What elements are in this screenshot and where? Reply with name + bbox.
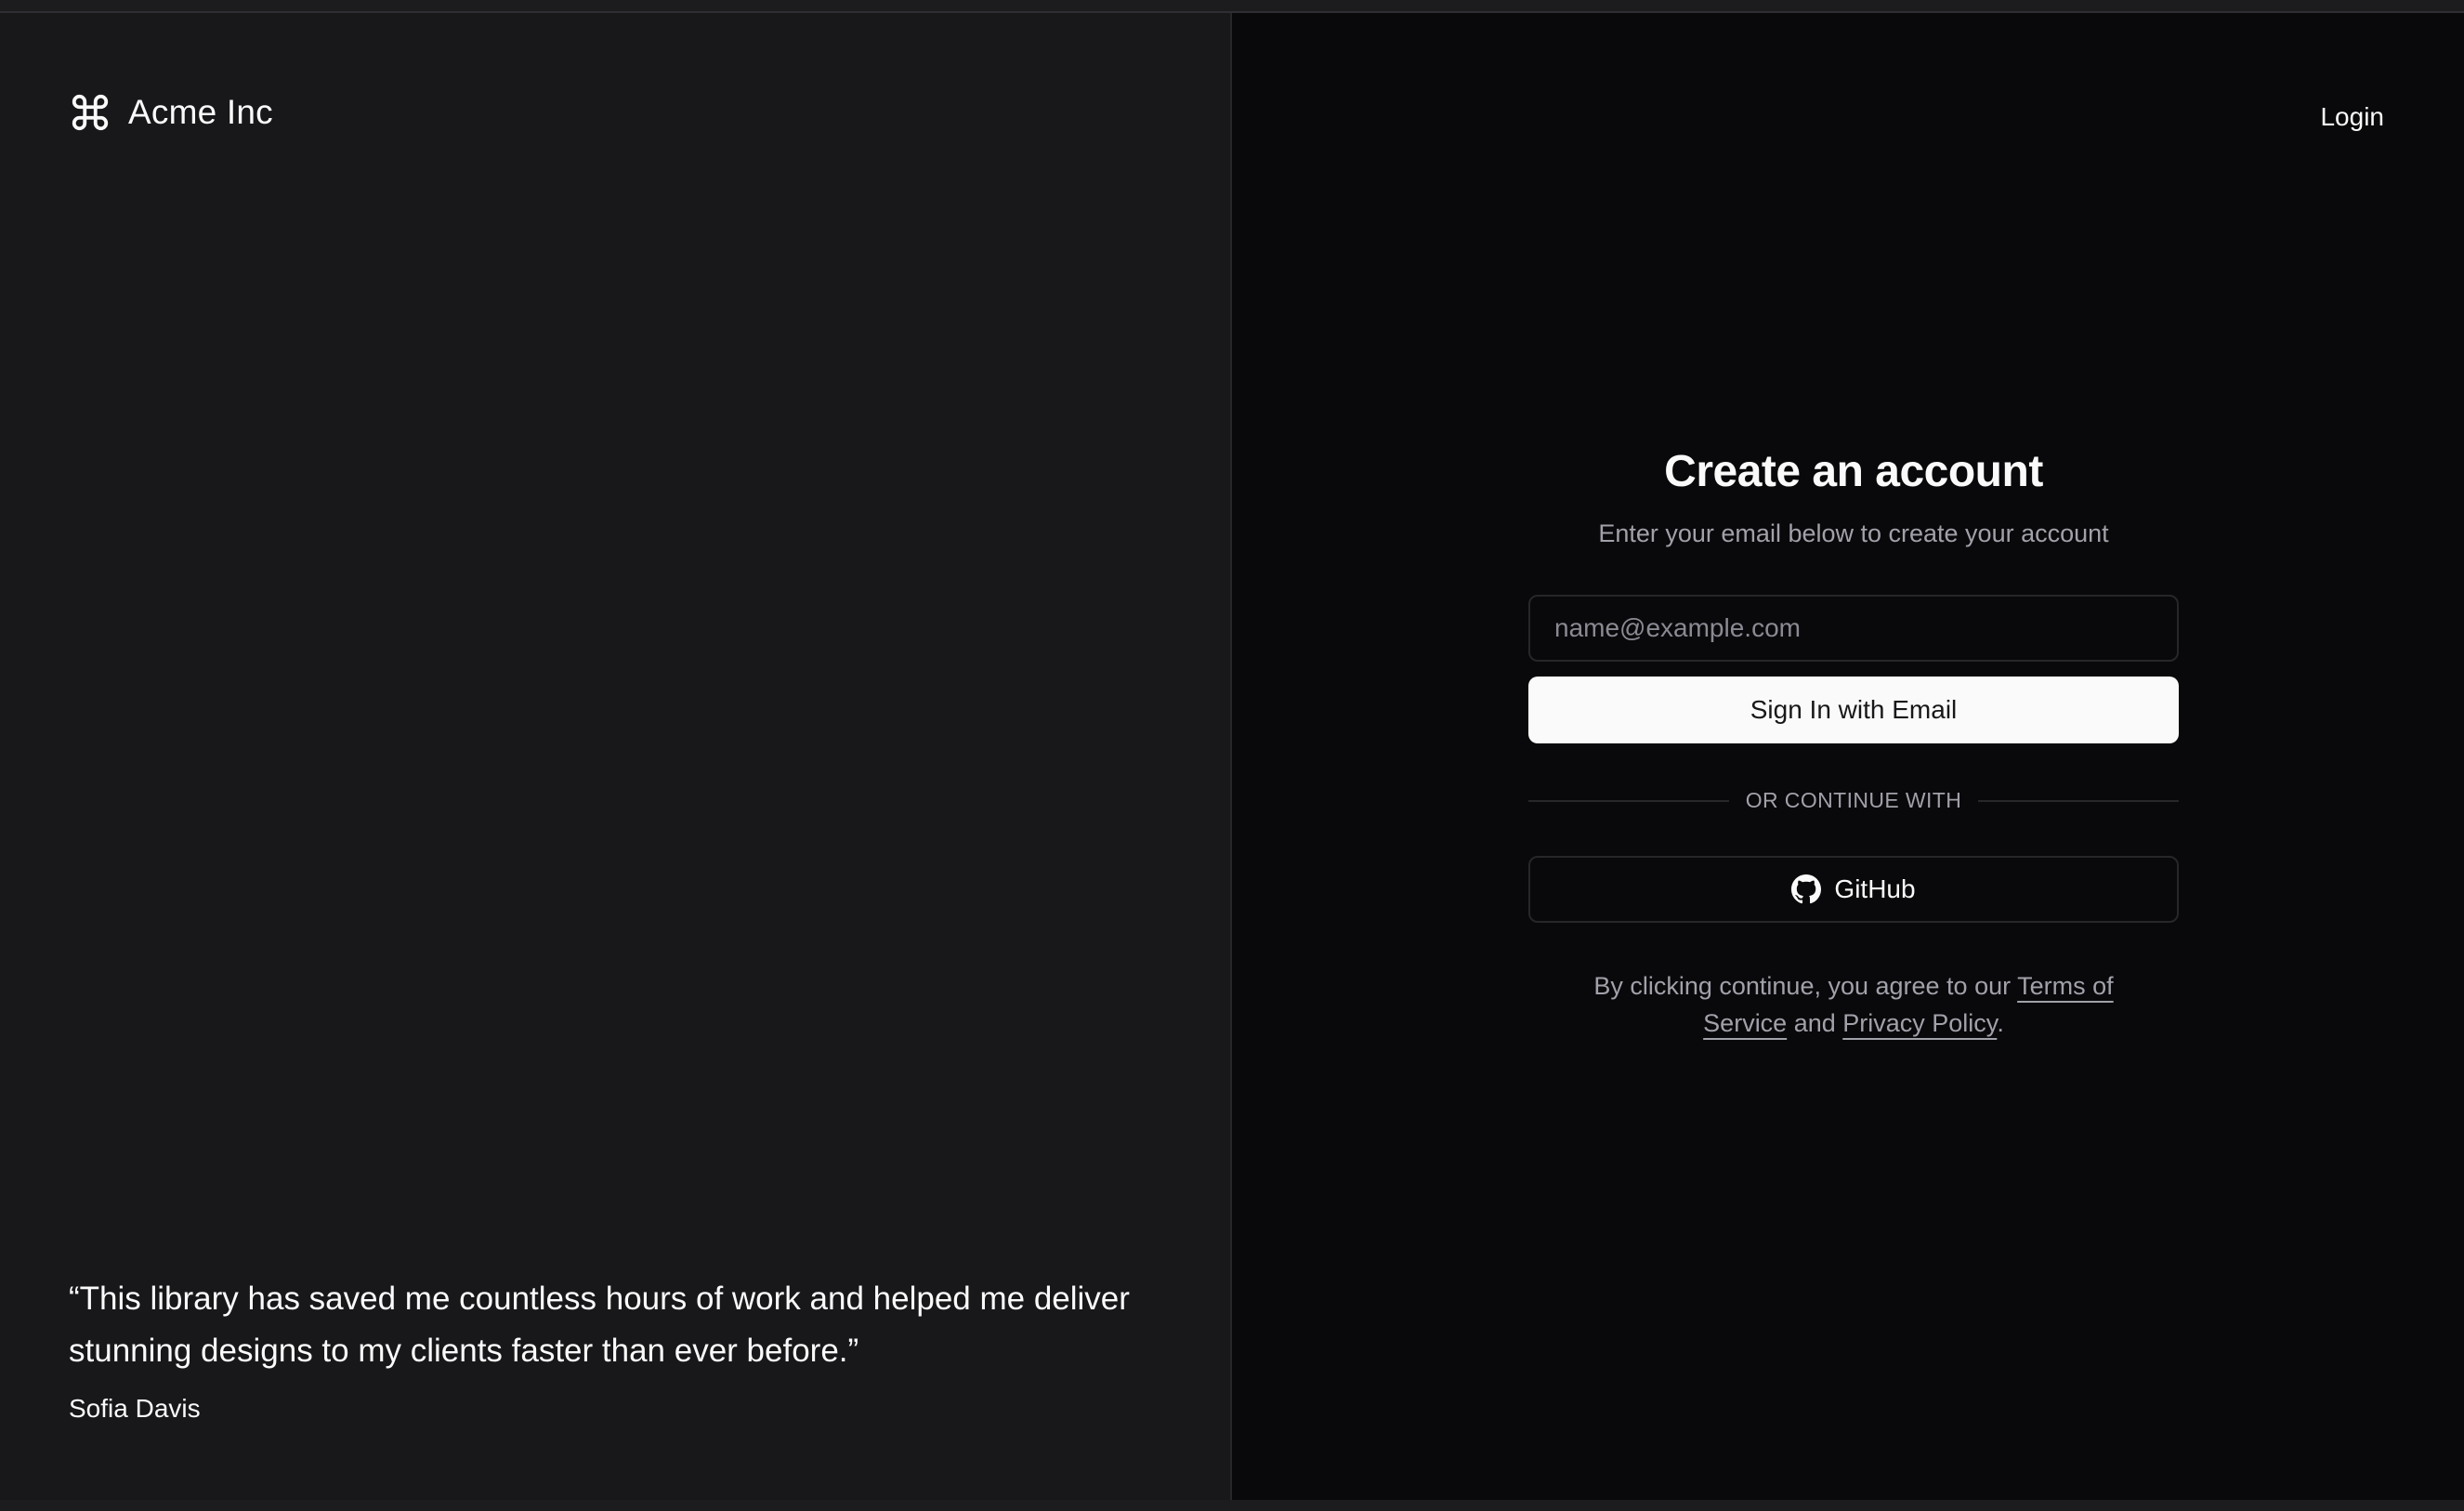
- divider-line-right: [1978, 799, 2179, 802]
- sign-in-with-email-button[interactable]: Sign In with Email: [1528, 677, 2179, 743]
- window-top-bar: [0, 0, 2464, 13]
- legal-prefix: By clicking continue, you agree to our: [1593, 972, 2018, 1000]
- divider-label: OR CONTINUE WITH: [1745, 788, 1962, 812]
- divider: OR CONTINUE WITH: [1528, 788, 2179, 813]
- github-button-label: GitHub: [1834, 874, 1916, 903]
- testimonial-panel: Acme Inc “This library has saved me coun…: [0, 13, 1232, 1500]
- app-window: Acme Inc “This library has saved me coun…: [0, 0, 2464, 1511]
- brand-name: Acme Inc: [128, 93, 273, 131]
- github-icon: [1791, 874, 1822, 904]
- legal-notice: By clicking continue, you agree to our T…: [1575, 967, 2132, 1042]
- command-icon: [72, 94, 109, 131]
- privacy-policy-link[interactable]: Privacy Policy: [1842, 1009, 1997, 1037]
- divider-line-left: [1528, 799, 1729, 802]
- github-button[interactable]: GitHub: [1528, 856, 2179, 923]
- legal-suffix: .: [1997, 1009, 2004, 1037]
- signup-form: Create an account Enter your email below…: [1528, 446, 2179, 1042]
- testimonial-quote: “This library has saved me countless hou…: [69, 1281, 1130, 1369]
- testimonial-author: Sofia Davis: [69, 1394, 201, 1423]
- email-input[interactable]: [1528, 595, 2179, 662]
- legal-middle: and: [1787, 1009, 1843, 1037]
- sign-in-with-email-label: Sign In with Email: [1750, 695, 1958, 724]
- window-bottom-bar: [0, 1500, 2464, 1511]
- brand: Acme Inc: [69, 91, 273, 134]
- form-title: Create an account: [1664, 447, 2043, 496]
- login-link[interactable]: Login: [2320, 102, 2384, 132]
- form-subtitle: Enter your email below to create your ac…: [1598, 519, 2109, 547]
- testimonial: “This library has saved me countless hou…: [69, 1273, 1147, 1424]
